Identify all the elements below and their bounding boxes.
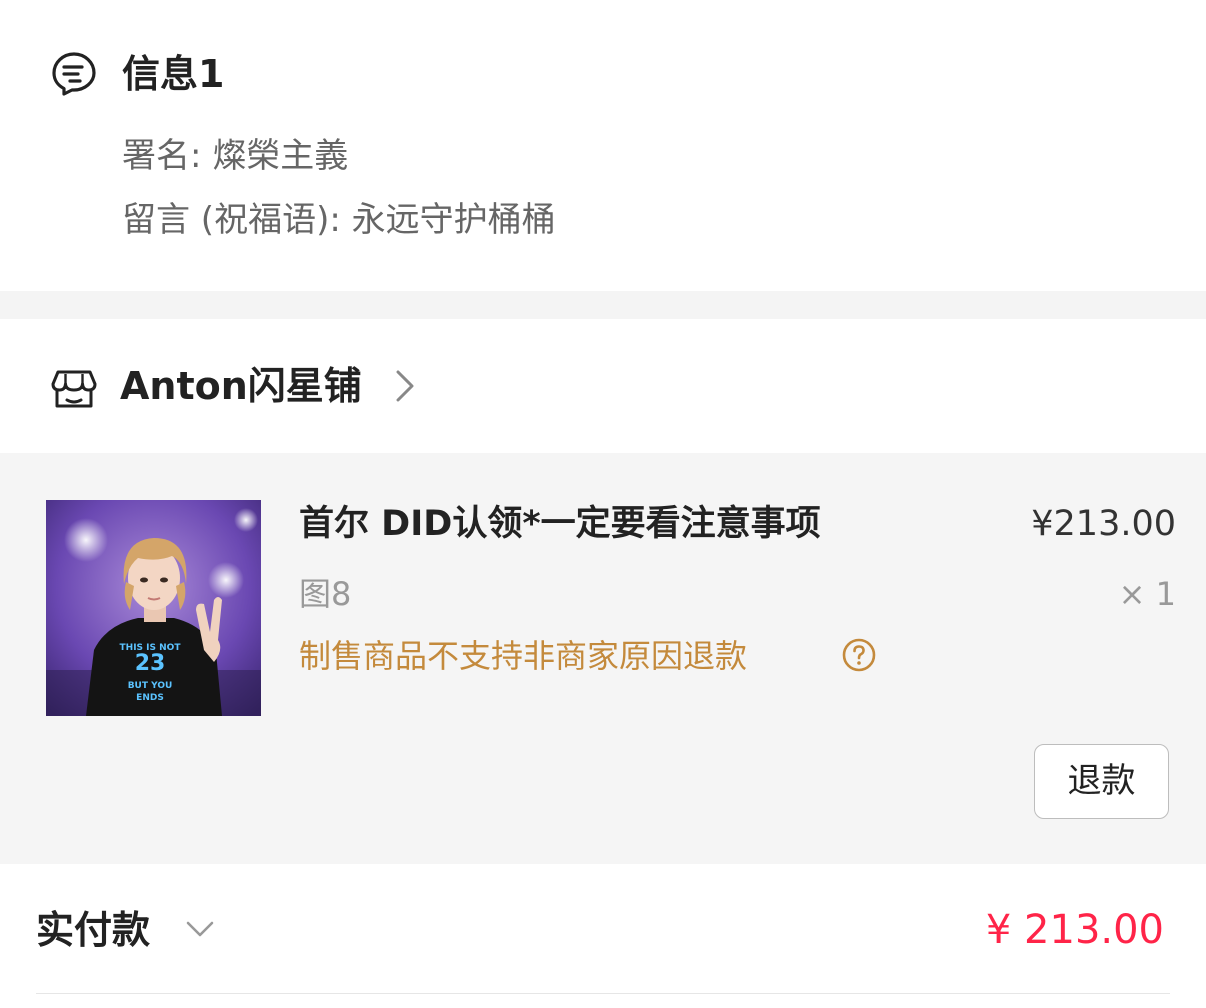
chevron-down-icon[interactable] [184, 918, 216, 940]
product-title[interactable]: 首尔 DID认领*一定要看注意事项 [299, 498, 821, 550]
message-signature: 署名: 燦榮主義 [122, 136, 349, 176]
chevron-right-icon[interactable] [392, 368, 418, 404]
shop-name[interactable]: Anton闪星铺 [120, 358, 362, 414]
message-note: 留言 (祝福语): 永远守护桶桶 [122, 200, 556, 240]
section-divider [0, 291, 1206, 319]
svg-text:THIS IS NOT: THIS IS NOT [120, 643, 182, 653]
svg-text:BUT YOU: BUT YOU [128, 681, 173, 691]
refund-policy-notice: 制售商品不支持非商家原因退款 [299, 637, 748, 675]
actual-payment-label[interactable]: 实付款 [36, 902, 150, 958]
refund-button[interactable]: 退款 [1034, 744, 1169, 819]
product-variant: 图8 [299, 575, 352, 613]
bottom-divider [36, 993, 1170, 994]
product-quantity: × 1 [1118, 575, 1176, 613]
product-photo[interactable]: 23 THIS IS NOT BUT YOU ENDS [46, 500, 261, 716]
message-title: 信息1 [122, 52, 225, 96]
question-circle-icon[interactable] [842, 638, 876, 672]
svg-text:ENDS: ENDS [136, 693, 164, 703]
message-note-icon [52, 52, 96, 96]
actual-payment-amount: ¥ 213.00 [985, 907, 1164, 953]
svg-text:23: 23 [135, 651, 166, 676]
shop-icon [51, 370, 97, 408]
product-price: ¥213.00 [1031, 504, 1176, 544]
